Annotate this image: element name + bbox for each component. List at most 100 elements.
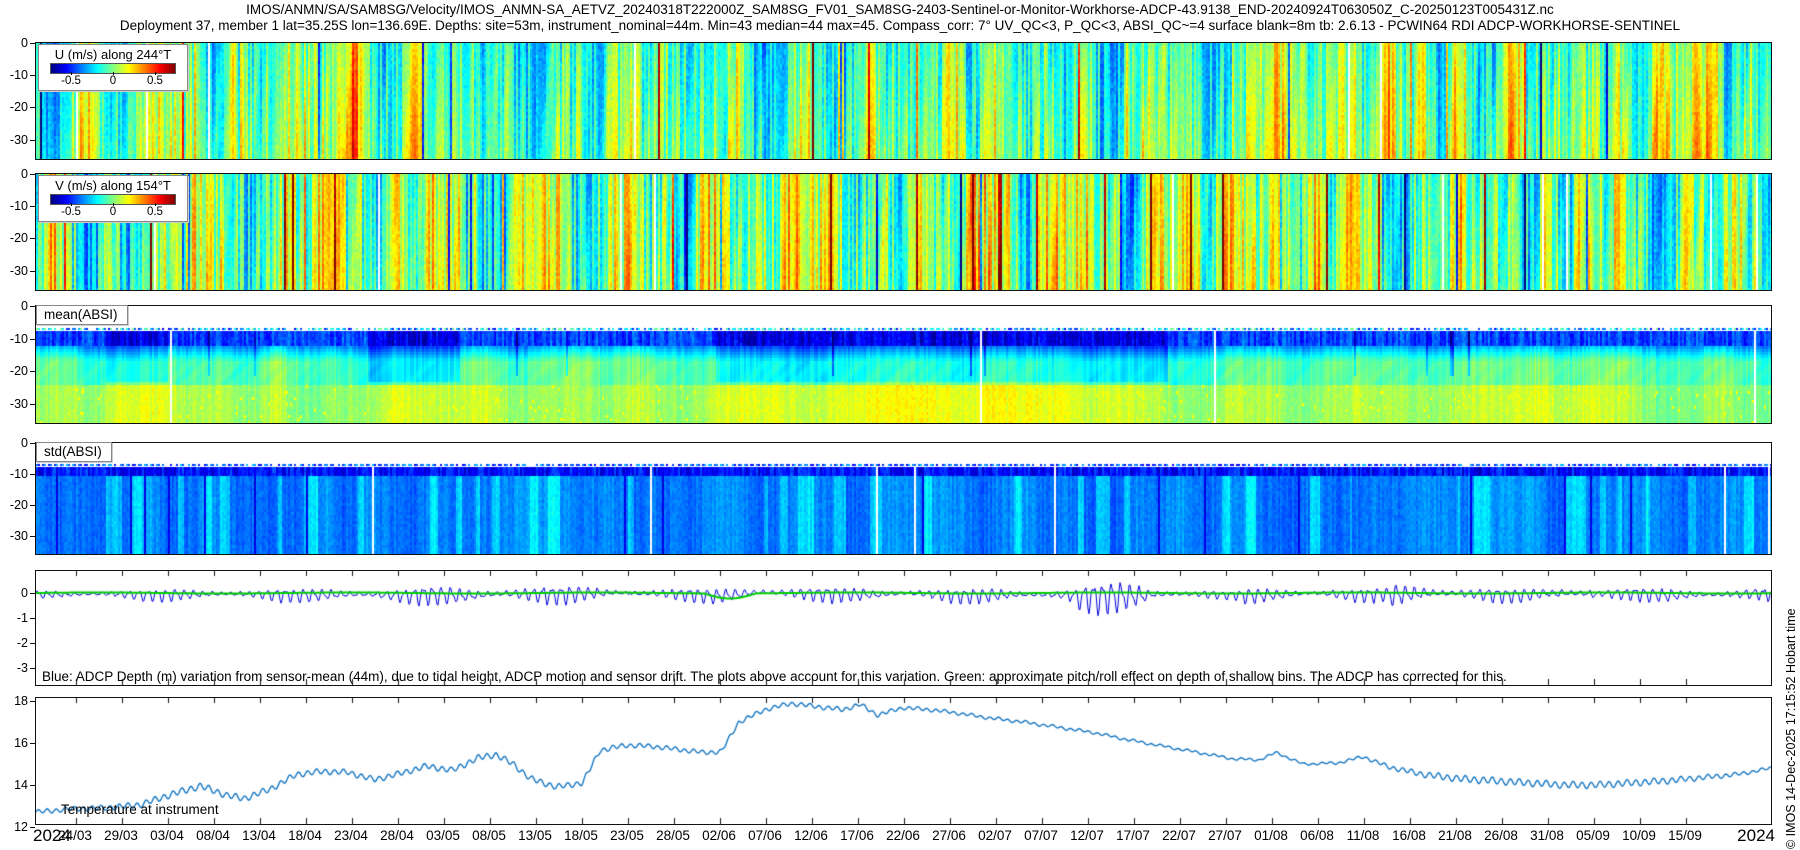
x-tick-label: 18/05 — [564, 828, 598, 843]
x-tick-label: 10/09 — [1622, 828, 1656, 843]
y-tick-mark — [30, 271, 35, 272]
y-tick-label: 14 — [14, 778, 28, 792]
y-tick-label: -30 — [10, 529, 28, 543]
y-tick-mark — [30, 238, 35, 239]
x-tick-label: 11/08 — [1347, 828, 1380, 843]
std-absi-heatmap — [36, 443, 1771, 554]
depth-annotation: Blue: ADCP Depth (m) variation from sens… — [42, 669, 1507, 684]
x-tick-label: 16/08 — [1392, 828, 1426, 843]
x-tick-label: 23/04 — [334, 828, 368, 843]
y-tick-label: -10 — [10, 467, 28, 481]
colorbar-tick-label: 0 — [110, 206, 116, 218]
colorbar-tick-label: 0.5 — [147, 206, 163, 218]
y-tick-mark — [30, 206, 35, 207]
figure-window: { "header": { "line1": "IMOS/ANMN/SA/SAM… — [0, 0, 1800, 850]
x-tick-label: 17/07 — [1116, 828, 1150, 843]
v-colorbar-tick-labels: -0.5 0 0.5 — [50, 205, 176, 219]
x-tick-label: 18/04 — [288, 828, 322, 843]
y-tick-label: -30 — [10, 264, 28, 278]
std-absi-panel: std(ABSI) 0-10-20-30 — [35, 442, 1772, 555]
y-tick-label: -30 — [10, 397, 28, 411]
y-tick-mark — [30, 593, 35, 594]
xaxis-date-labels: 24/0329/0303/0408/0413/0418/0423/0428/04… — [0, 828, 1800, 846]
x-tick-label: 27/06 — [932, 828, 966, 843]
x-tick-label: 27/07 — [1208, 828, 1242, 843]
y-tick-mark — [30, 140, 35, 141]
y-tick-mark — [30, 43, 35, 44]
temperature-panel: Temperature at instrument 18161412 — [35, 697, 1772, 825]
copyright-stamp: © IMOS 14-Dec-2025 17:15:52 Hobart time — [1784, 608, 1798, 849]
x-tick-label: 26/08 — [1484, 828, 1518, 843]
v-legend-title: V (m/s) along 154°T — [43, 178, 183, 193]
x-tick-label: 08/05 — [472, 828, 506, 843]
x-tick-label: 12/06 — [794, 828, 828, 843]
y-tick-mark — [30, 404, 35, 405]
y-tick-label: -20 — [10, 364, 28, 378]
u-colorbar-legend: U (m/s) along 244°T -0.500.5 — [38, 44, 188, 91]
y-tick-label: -10 — [10, 332, 28, 346]
temperature-line-chart — [36, 698, 1771, 824]
y-tick-label: -20 — [10, 498, 28, 512]
y-tick-mark — [30, 785, 35, 786]
y-tick-mark — [30, 536, 35, 537]
x-tick-label: 07/06 — [748, 828, 782, 843]
x-tick-label: 13/04 — [242, 828, 276, 843]
x-tick-label: 31/08 — [1530, 828, 1564, 843]
u-colorbar-tick-labels: -0.500.5 — [50, 74, 176, 88]
v-velocity-panel: V (m/s) along 154°T -0.500.5 0-10-20-30 — [35, 173, 1772, 291]
std-absi-label: std(ABSI) — [36, 442, 112, 462]
x-tick-label: 29/03 — [104, 828, 138, 843]
x-tick-label: 22/07 — [1162, 828, 1196, 843]
x-tick-label: 12/07 — [1070, 828, 1104, 843]
y-tick-label: 18 — [14, 694, 28, 708]
x-tick-label: 02/07 — [978, 828, 1012, 843]
y-tick-label: -1 — [17, 611, 28, 625]
y-tick-label: 0 — [21, 167, 28, 181]
y-tick-mark — [30, 505, 35, 506]
x-tick-label: 15/09 — [1668, 828, 1702, 843]
y-tick-label: -30 — [10, 133, 28, 147]
y-tick-label: -10 — [10, 199, 28, 213]
temperature-label: Temperature at instrument — [61, 802, 219, 817]
u-velocity-panel: U (m/s) along 244°T -0.500.5 0-10-20-30 — [35, 42, 1772, 160]
v-colorbar-legend: V (m/s) along 154°T -0.5 0 0.5 — [38, 175, 188, 222]
mean-absi-panel: mean(ABSI) 0-10-20-30 — [35, 305, 1772, 424]
y-tick-label: 16 — [14, 736, 28, 750]
x-tick-label: 08/04 — [196, 828, 230, 843]
y-tick-mark — [30, 443, 35, 444]
y-tick-mark — [30, 643, 35, 644]
y-tick-label: -10 — [10, 68, 28, 82]
mean-absi-label: mean(ABSI) — [36, 305, 128, 325]
x-tick-label: 03/04 — [150, 828, 184, 843]
y-tick-mark — [30, 474, 35, 475]
colorbar-tick-label: 0.5 — [147, 75, 163, 87]
y-tick-label: 0 — [21, 586, 28, 600]
y-tick-label: -2 — [17, 636, 28, 650]
colorbar-tick-label: -0.5 — [61, 75, 81, 87]
colorbar-tick-label: -0.5 — [61, 206, 81, 218]
x-tick-label: 05/09 — [1576, 828, 1610, 843]
x-tick-label: 07/07 — [1024, 828, 1058, 843]
figure-title: IMOS/ANMN/SA/SAM8SG/Velocity/IMOS_ANMN-S… — [0, 2, 1800, 17]
y-tick-label: 0 — [21, 299, 28, 313]
y-tick-mark — [30, 306, 35, 307]
u-velocity-heatmap — [36, 43, 1771, 159]
y-tick-mark — [30, 371, 35, 372]
y-tick-mark — [30, 743, 35, 744]
mean-absi-heatmap — [36, 306, 1771, 423]
x-tick-label: 28/04 — [380, 828, 414, 843]
y-tick-label: 0 — [21, 436, 28, 450]
depth-variation-panel: Blue: ADCP Depth (m) variation from sens… — [35, 570, 1772, 686]
x-tick-label: 06/08 — [1300, 828, 1334, 843]
depth-variation-line-chart — [36, 571, 1771, 685]
x-tick-label: 21/08 — [1438, 828, 1472, 843]
x-tick-label: 03/05 — [426, 828, 460, 843]
x-tick-label: 01/08 — [1254, 828, 1288, 843]
y-tick-label: -3 — [17, 661, 28, 675]
x-tick-label: 22/06 — [886, 828, 920, 843]
x-tick-label: 17/06 — [840, 828, 874, 843]
x-tick-label: 23/05 — [610, 828, 644, 843]
y-tick-mark — [30, 107, 35, 108]
x-tick-label: 02/06 — [702, 828, 736, 843]
x-tick-label: 13/05 — [518, 828, 552, 843]
